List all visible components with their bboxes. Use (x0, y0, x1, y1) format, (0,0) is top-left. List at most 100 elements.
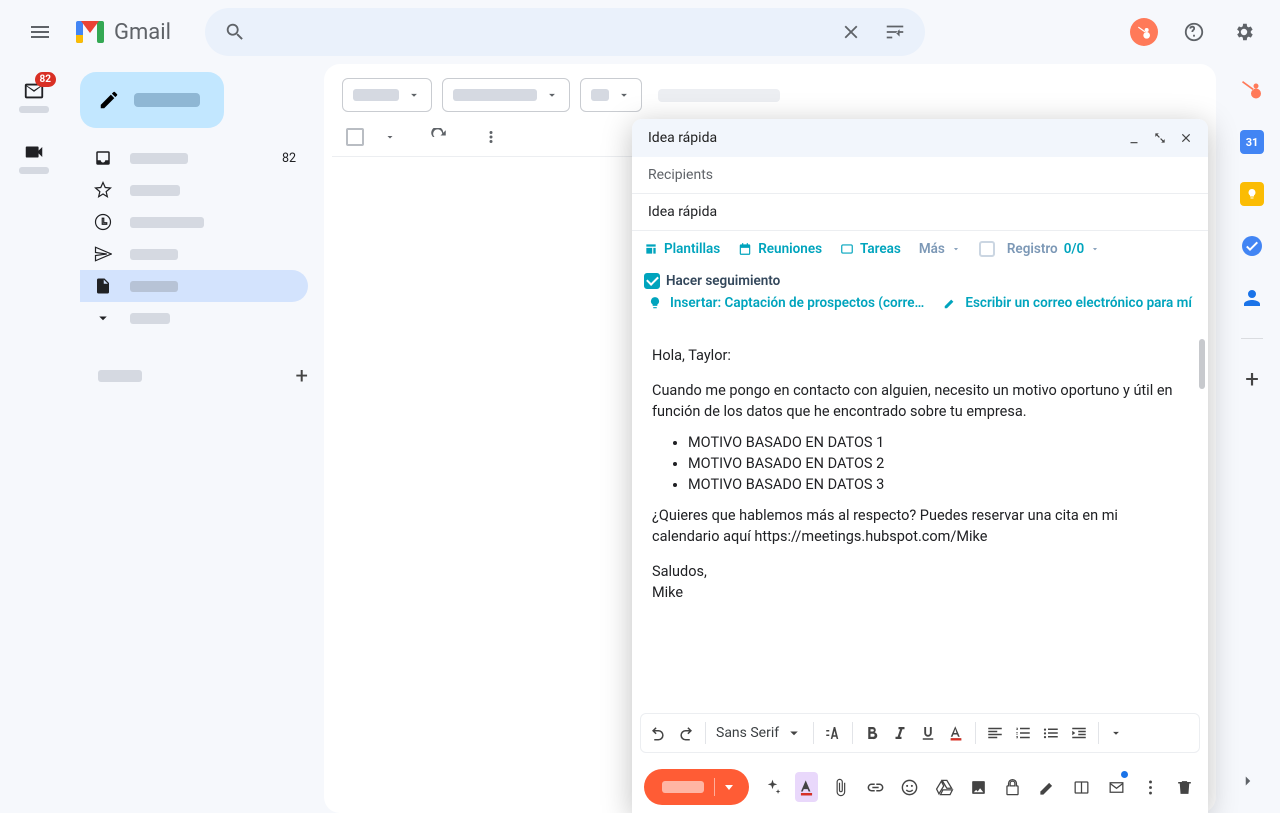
insert-image-icon[interactable] (967, 772, 989, 802)
side-add-button[interactable]: + (1245, 367, 1259, 391)
side-calendar-icon[interactable]: 31 (1240, 130, 1264, 154)
hs-window-icon[interactable] (1071, 772, 1093, 802)
settings-gear-icon[interactable] (1224, 12, 1264, 52)
hamburger-menu[interactable] (16, 8, 64, 56)
sidebar-item-sent[interactable] (80, 238, 308, 270)
hs-meetings[interactable]: Reuniones (738, 241, 822, 257)
clear-search-icon[interactable] (829, 10, 873, 54)
body-bullet-3: MOTIVO BASADO EN DATOS 3 (688, 474, 1188, 495)
close-icon[interactable] (1174, 126, 1198, 150)
format-toolbar: Sans Serif (640, 713, 1200, 753)
body-bullet-1: MOTIVO BASADO EN DATOS 1 (688, 432, 1188, 453)
redo-icon[interactable] (677, 724, 695, 742)
gmail-logo-text: Gmail (114, 20, 171, 45)
drive-icon[interactable] (933, 772, 955, 802)
select-all-dropdown-icon[interactable] (384, 131, 396, 143)
emoji-icon[interactable] (899, 772, 921, 802)
bold-icon[interactable] (863, 724, 881, 742)
format-toggle-icon[interactable] (795, 772, 817, 802)
filter-chip-2[interactable] (442, 78, 570, 112)
filter-text (658, 89, 780, 102)
minimize-icon[interactable] (1122, 126, 1146, 150)
hs-ai-icon[interactable] (761, 772, 783, 802)
hs-templates[interactable]: Plantillas (644, 241, 720, 257)
body-signoff: Saludos, (652, 563, 707, 580)
help-icon[interactable] (1174, 12, 1214, 52)
body-greeting: Hola, Taylor: (652, 345, 1188, 366)
hs-insert[interactable]: Insertar: Captación de prospectos (corre… (648, 295, 924, 311)
format-more-icon[interactable] (1109, 724, 1123, 742)
search-bar[interactable] (205, 8, 925, 56)
confidential-icon[interactable] (1002, 772, 1024, 802)
bullet-list-icon[interactable] (1042, 724, 1060, 742)
side-hubspot-icon[interactable] (1240, 78, 1264, 102)
compose-body[interactable]: Hola, Taylor: Cuando me pongo en contact… (632, 323, 1208, 713)
refresh-icon[interactable] (430, 128, 448, 146)
rail-mail-badge: 82 (35, 72, 56, 87)
body-scrollbar[interactable] (1199, 339, 1205, 389)
sidepanel-collapse-icon[interactable] (1234, 767, 1262, 795)
gmail-logo-icon (76, 21, 104, 43)
compose-button-label (134, 93, 200, 107)
font-family-select[interactable]: Sans Serif (716, 724, 803, 742)
text-color-icon[interactable] (947, 724, 965, 742)
numbered-list-icon[interactable] (1014, 724, 1032, 742)
search-options-icon[interactable] (873, 10, 917, 54)
align-icon[interactable] (986, 724, 1004, 742)
italic-icon[interactable] (891, 724, 909, 742)
font-size-icon[interactable] (824, 724, 842, 742)
hs-more[interactable]: Más (919, 241, 961, 257)
send-button[interactable] (644, 769, 749, 805)
add-label-button[interactable]: + (296, 364, 308, 389)
discard-draft-icon[interactable] (1174, 772, 1196, 802)
compose-window: Idea rápida Recipients Idea rápida Plant… (632, 119, 1208, 813)
search-icon[interactable] (213, 10, 257, 54)
body-intro: Cuando me pongo en contacto con alguien,… (652, 380, 1188, 422)
search-input[interactable] (257, 23, 829, 41)
signature-icon[interactable] (1036, 772, 1058, 802)
subject-field[interactable]: Idea rápida (632, 194, 1208, 231)
fullscreen-icon[interactable] (1148, 126, 1172, 150)
side-contacts-icon[interactable] (1240, 286, 1264, 310)
gmail-logo[interactable]: Gmail (76, 20, 171, 45)
side-keep-icon[interactable] (1240, 182, 1264, 206)
overflow-icon[interactable] (1139, 772, 1161, 802)
select-all-checkbox[interactable] (346, 128, 364, 146)
sidebar-item-starred[interactable] (80, 174, 308, 206)
sidebar-item-snoozed[interactable] (80, 206, 308, 238)
rail-mail[interactable]: 82 (10, 80, 58, 113)
filter-chip-3[interactable] (580, 78, 642, 112)
body-bullet-2: MOTIVO BASADO EN DATOS 2 (688, 453, 1188, 474)
sidebar-labels-header: + (80, 356, 324, 396)
compose-window-header[interactable]: Idea rápida (632, 119, 1208, 157)
hs-log[interactable]: Registro 0/0 (979, 241, 1100, 257)
send-bar (632, 761, 1208, 813)
underline-icon[interactable] (919, 724, 937, 742)
attach-icon[interactable] (830, 772, 852, 802)
side-tasks-icon[interactable] (1240, 234, 1264, 258)
undo-icon[interactable] (649, 724, 667, 742)
compose-window-title: Idea rápida (648, 130, 717, 146)
more-icon[interactable] (482, 128, 500, 146)
send-button-label (662, 781, 704, 793)
side-panel: 31 + (1224, 64, 1280, 813)
hs-track[interactable]: Hacer seguimiento (644, 273, 780, 289)
compose-button[interactable] (80, 72, 224, 128)
recipients-field[interactable]: Recipients (632, 157, 1208, 194)
send-options-dropdown-icon[interactable] (725, 785, 733, 790)
sidebar-item-more[interactable] (80, 302, 308, 334)
link-icon[interactable] (864, 772, 886, 802)
hs-tasks[interactable]: Tareas (840, 241, 901, 257)
app-header: Gmail (0, 0, 1280, 64)
filter-chip-1[interactable] (342, 78, 432, 112)
hs-email-icon[interactable] (1105, 772, 1127, 802)
rail-meet[interactable] (10, 141, 58, 174)
hubspot-toolbar: Plantillas Reuniones Tareas Más Registro… (632, 231, 1208, 293)
hubspot-header-icon[interactable] (1124, 12, 1164, 52)
hs-write-for-me[interactable]: Escribir un correo electrónico para mí (943, 295, 1192, 311)
sidebar-item-drafts[interactable] (80, 270, 308, 302)
sidebar-item-inbox[interactable]: 82 (80, 142, 308, 174)
indent-icon[interactable] (1070, 724, 1088, 742)
inbox-count: 82 (282, 151, 296, 166)
left-rail: 82 (0, 64, 68, 813)
